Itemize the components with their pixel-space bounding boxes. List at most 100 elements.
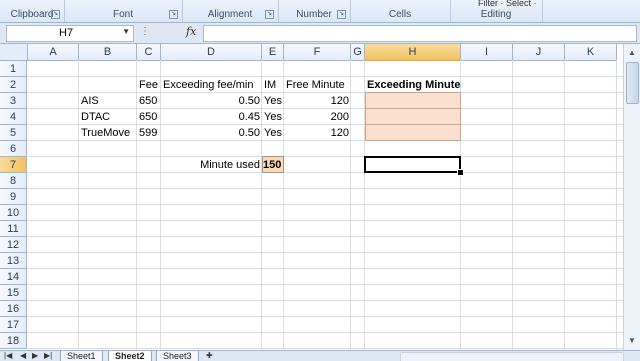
editing-buttons-cut[interactable]: Filter · Select · bbox=[478, 0, 537, 8]
sheet-tab-bar: |◀ ◀ ▶ ▶| Sheet1 Sheet2 Sheet3 ✚ bbox=[0, 350, 640, 361]
gridline bbox=[28, 188, 640, 189]
column-header-f[interactable]: F bbox=[284, 44, 351, 61]
column-header-e[interactable]: E bbox=[262, 44, 284, 61]
cell-h4[interactable] bbox=[365, 108, 461, 125]
cell-c2[interactable]: Fee bbox=[137, 77, 161, 93]
scroll-up-icon[interactable]: ▲ bbox=[624, 46, 640, 60]
scroll-down-icon[interactable]: ▼ bbox=[624, 334, 640, 348]
select-all-button[interactable] bbox=[0, 44, 28, 61]
formula-input[interactable] bbox=[203, 25, 637, 42]
cell-f3[interactable]: 120 bbox=[284, 93, 351, 109]
worksheet-grid[interactable]: A B C D E F G H I J K 1 2 3 4 5 6 7 8 9 … bbox=[0, 44, 640, 350]
column-header-j[interactable]: J bbox=[513, 44, 565, 61]
clipboard-group: Clipboard ↘ bbox=[0, 0, 65, 22]
insert-function-icon[interactable]: fx bbox=[186, 25, 196, 38]
formula-bar-resize-handle[interactable]: ⋮ bbox=[140, 26, 150, 37]
cell-h5[interactable] bbox=[365, 124, 461, 141]
cell-d2[interactable]: Exceeding fee/min bbox=[161, 77, 262, 93]
row-header-14[interactable]: 14 bbox=[0, 269, 27, 285]
vertical-scrollbar[interactable]: ▲ ▼ bbox=[623, 44, 640, 350]
alignment-launcher-icon[interactable]: ↘ bbox=[265, 10, 274, 19]
row-header-3[interactable]: 3 bbox=[0, 93, 27, 109]
cell-d7[interactable]: Minute used bbox=[161, 157, 262, 173]
row-header-17[interactable]: 17 bbox=[0, 317, 27, 333]
row-header-2[interactable]: 2 bbox=[0, 77, 27, 93]
cell-c3[interactable]: 650 bbox=[137, 93, 161, 109]
chevron-down-icon[interactable]: ▼ bbox=[122, 27, 130, 36]
cell-d5[interactable]: 0.50 bbox=[161, 125, 262, 141]
gridline bbox=[28, 172, 640, 173]
row-header-16[interactable]: 16 bbox=[0, 301, 27, 317]
column-header-c[interactable]: C bbox=[137, 44, 161, 61]
column-header-k[interactable]: K bbox=[565, 44, 617, 61]
cell-c5[interactable]: 599 bbox=[137, 125, 161, 141]
scrollbar-thumb[interactable] bbox=[626, 62, 639, 104]
gridline bbox=[28, 316, 640, 317]
gridline bbox=[28, 156, 640, 157]
alignment-group-label: Alignment bbox=[207, 9, 253, 20]
gridline bbox=[512, 60, 513, 350]
gridline bbox=[28, 268, 640, 269]
cell-e5[interactable]: Yes bbox=[262, 125, 284, 141]
number-launcher-icon[interactable]: ↘ bbox=[337, 10, 346, 19]
row-header-5[interactable]: 5 bbox=[0, 125, 27, 141]
column-header-b[interactable]: B bbox=[79, 44, 137, 61]
clipboard-launcher-icon[interactable]: ↘ bbox=[51, 10, 60, 19]
cell-f2[interactable]: Free Minute bbox=[284, 77, 351, 93]
row-header-8[interactable]: 8 bbox=[0, 173, 27, 189]
column-header-g[interactable]: G bbox=[351, 44, 365, 61]
cell-b4[interactable]: DTAC bbox=[79, 109, 137, 125]
name-box[interactable]: H7 ▼ bbox=[6, 25, 134, 42]
column-header-d[interactable]: D bbox=[161, 44, 262, 61]
formula-bar: H7 ▼ ⋮ fx bbox=[0, 23, 640, 44]
font-launcher-icon[interactable]: ↘ bbox=[169, 10, 178, 19]
row-header-1[interactable]: 1 bbox=[0, 61, 27, 77]
column-header-i[interactable]: I bbox=[461, 44, 513, 61]
editing-group: Filter · Select · Editing bbox=[450, 0, 543, 22]
row-header-10[interactable]: 10 bbox=[0, 205, 27, 221]
row-header-15[interactable]: 15 bbox=[0, 285, 27, 301]
gridline bbox=[564, 60, 565, 350]
gridline bbox=[28, 332, 640, 333]
alignment-group: Alignment ↘ bbox=[182, 0, 279, 22]
gridline bbox=[28, 284, 640, 285]
cells-group-label: Cells bbox=[388, 9, 412, 20]
row-header-6[interactable]: 6 bbox=[0, 141, 27, 157]
gridline bbox=[28, 252, 640, 253]
row-header-13[interactable]: 13 bbox=[0, 253, 27, 269]
editing-group-label: Editing bbox=[480, 9, 512, 20]
gridline bbox=[28, 300, 640, 301]
cell-h3[interactable] bbox=[365, 92, 461, 109]
cell-e7[interactable]: 150 bbox=[262, 157, 284, 173]
number-group: Number ↘ bbox=[278, 0, 351, 22]
font-group-label: Font bbox=[112, 9, 133, 20]
cell-e3[interactable]: Yes bbox=[262, 93, 284, 109]
active-cell-h7[interactable] bbox=[364, 156, 461, 173]
name-box-value: H7 bbox=[59, 27, 74, 39]
cell-d3[interactable]: 0.50 bbox=[161, 93, 262, 109]
cell-b3[interactable]: AIS bbox=[79, 93, 137, 109]
column-header-a[interactable]: A bbox=[28, 44, 79, 61]
cell-f5[interactable]: 120 bbox=[284, 125, 351, 141]
gridline bbox=[28, 236, 640, 237]
gridline bbox=[28, 220, 640, 221]
row-header-7[interactable]: 7 bbox=[0, 157, 27, 173]
row-header-18[interactable]: 18 bbox=[0, 333, 27, 349]
cells-group: Cells bbox=[350, 0, 451, 22]
column-header-h[interactable]: H bbox=[365, 44, 461, 61]
cell-h2[interactable]: Exceeding Minute bbox=[365, 77, 461, 93]
cell-b5[interactable]: TrueMove bbox=[79, 125, 137, 141]
gridline bbox=[616, 60, 617, 350]
cell-d4[interactable]: 0.45 bbox=[161, 109, 262, 125]
row-header-12[interactable]: 12 bbox=[0, 237, 27, 253]
cell-c4[interactable]: 650 bbox=[137, 109, 161, 125]
cell-e4[interactable]: Yes bbox=[262, 109, 284, 125]
cell-e2[interactable]: IM bbox=[262, 77, 284, 93]
fill-handle[interactable] bbox=[457, 169, 464, 176]
row-header-11[interactable]: 11 bbox=[0, 221, 27, 237]
cell-f4[interactable]: 200 bbox=[284, 109, 351, 125]
row-header-4[interactable]: 4 bbox=[0, 109, 27, 125]
ribbon: Clipboard ↘ Font ↘ Alignment ↘ Number ↘ … bbox=[0, 0, 640, 23]
gridline bbox=[28, 348, 640, 349]
row-header-9[interactable]: 9 bbox=[0, 189, 27, 205]
